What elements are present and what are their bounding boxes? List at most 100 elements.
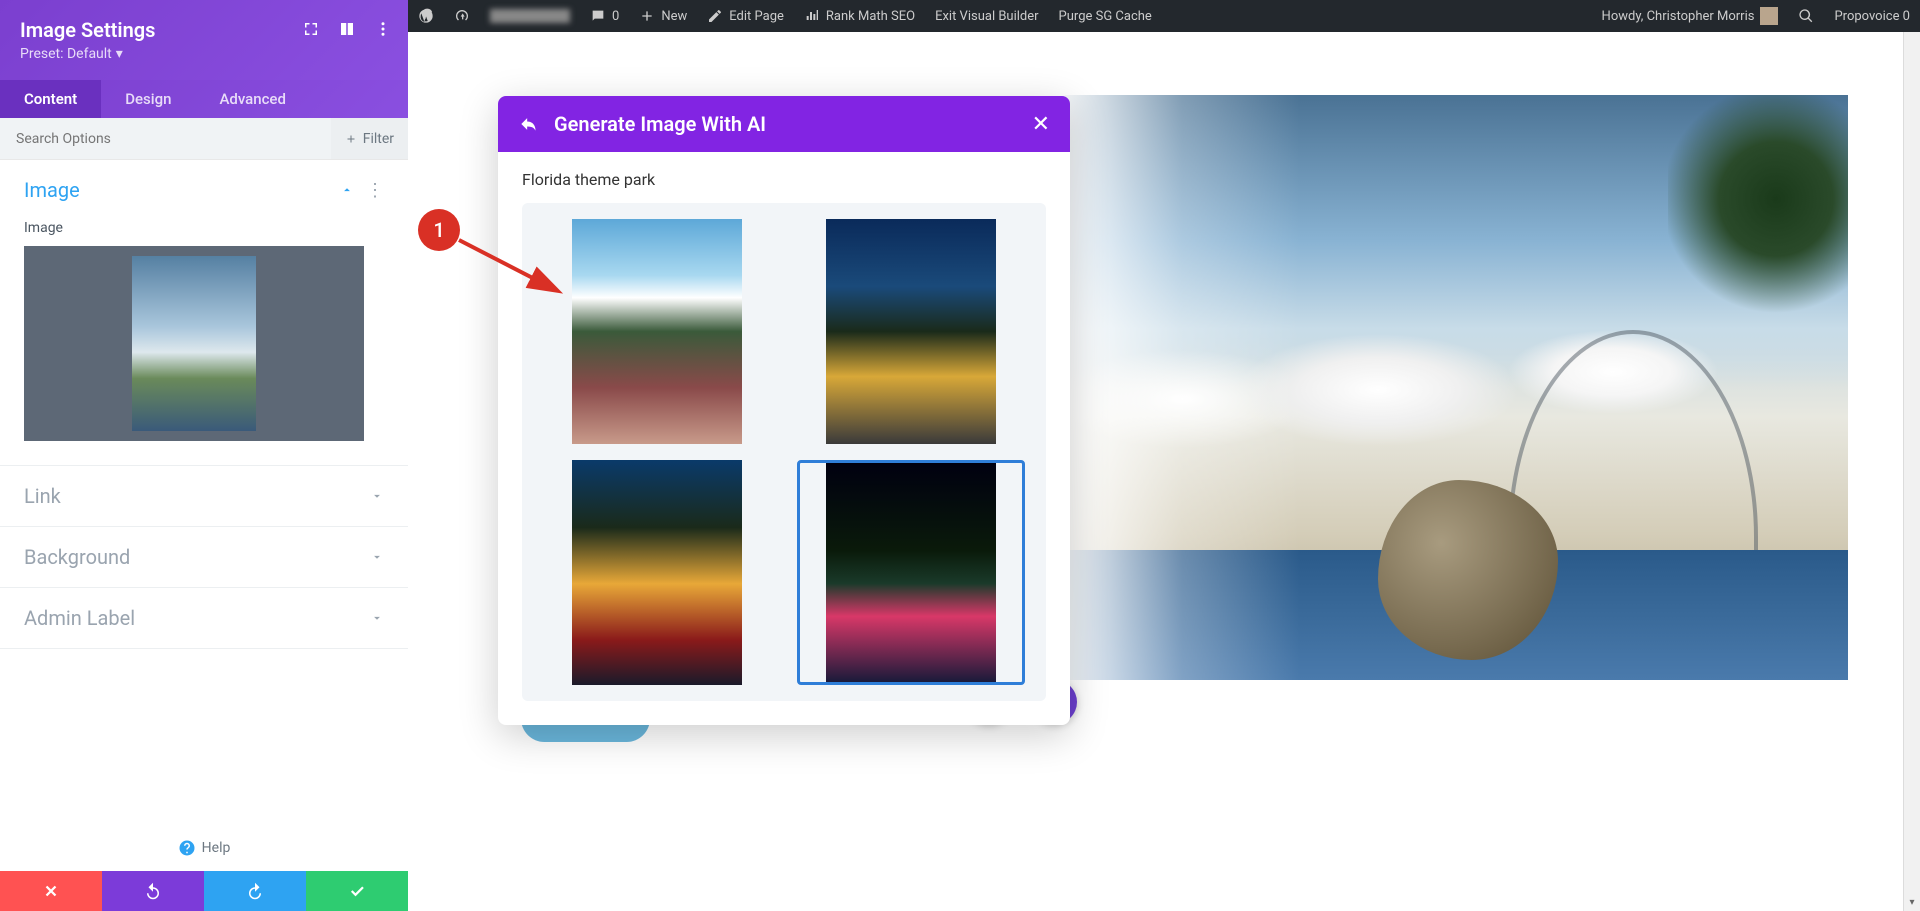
- modal-header: Generate Image With AI ✕: [498, 96, 1070, 152]
- search-icon: [1798, 8, 1814, 24]
- rank-math-label: Rank Math SEO: [826, 9, 915, 24]
- wp-admin-bar-left: 0 New Edit Page Rank Math SEO Exit Visua…: [408, 0, 1162, 32]
- section-background: Background: [0, 527, 408, 588]
- ai-result-image: [572, 219, 742, 444]
- wp-search[interactable]: [1788, 0, 1824, 32]
- search-input[interactable]: [0, 131, 331, 147]
- exit-vb-label: Exit Visual Builder: [935, 9, 1038, 24]
- wp-comments[interactable]: 0: [580, 0, 629, 32]
- section-background-title: Background: [24, 545, 370, 569]
- browser-scrollbar[interactable]: ▴ ▾: [1903, 0, 1920, 911]
- ai-results-grid: [522, 203, 1046, 701]
- wp-exit-vb[interactable]: Exit Visual Builder: [925, 0, 1048, 32]
- kebab-menu-icon[interactable]: [374, 20, 392, 38]
- sidebar-title: Image Settings: [20, 18, 155, 42]
- section-image-header[interactable]: Image ⋮: [0, 160, 408, 220]
- wp-purge-cache[interactable]: Purge SG Cache: [1049, 0, 1162, 32]
- section-admin-label: Admin Label: [0, 588, 408, 649]
- section-image: Image ⋮ Image: [0, 160, 408, 466]
- ai-result-image: [826, 463, 996, 682]
- section-link-title: Link: [24, 484, 370, 508]
- back-arrow-icon[interactable]: [518, 114, 538, 134]
- blurred-site-name: [490, 9, 570, 23]
- comment-count: 0: [612, 9, 619, 24]
- wp-admin-bar: 0 New Edit Page Rank Math SEO Exit Visua…: [408, 0, 1920, 32]
- modal-body: Florida theme park: [498, 152, 1070, 725]
- pencil-icon: [707, 8, 723, 24]
- settings-sidebar: Image Settings Preset: Default▾ Content …: [0, 0, 408, 911]
- section-kebab-icon[interactable]: ⋮: [366, 180, 384, 201]
- action-bar: [0, 871, 408, 911]
- section-admin-label-header[interactable]: Admin Label: [0, 588, 408, 648]
- section-link: Link: [0, 466, 408, 527]
- redo-icon: [246, 882, 264, 900]
- purge-label: Purge SG Cache: [1059, 9, 1152, 24]
- columns-icon[interactable]: [338, 20, 356, 38]
- chevron-down-icon: [370, 550, 384, 564]
- section-admin-label-title: Admin Label: [24, 606, 370, 630]
- search-row: Filter: [0, 118, 408, 160]
- ai-prompt-text: Florida theme park: [522, 170, 1046, 189]
- redo-button[interactable]: [204, 871, 306, 911]
- ai-result-4-selected[interactable]: [797, 460, 1025, 685]
- cancel-button[interactable]: [0, 871, 102, 911]
- wp-admin-bar-right: Howdy, Christopher Morris Propovoice 0: [1592, 0, 1920, 32]
- section-link-header[interactable]: Link: [0, 466, 408, 526]
- modal-title: Generate Image With AI: [554, 112, 1016, 136]
- preset-selector[interactable]: Preset: Default▾: [20, 46, 155, 62]
- filter-label: Filter: [363, 131, 394, 147]
- wp-logo[interactable]: [408, 0, 444, 32]
- propovoice-label: Propovoice 0: [1834, 9, 1910, 24]
- plus-icon: [639, 8, 655, 24]
- comment-icon: [590, 8, 606, 24]
- ai-result-3[interactable]: [543, 460, 771, 685]
- close-icon: [42, 882, 60, 900]
- wp-new[interactable]: New: [629, 0, 697, 32]
- section-background-header[interactable]: Background: [0, 527, 408, 587]
- check-icon: [348, 882, 366, 900]
- tab-content[interactable]: Content: [0, 80, 101, 118]
- wp-propovoice[interactable]: Propovoice 0: [1824, 0, 1920, 32]
- help-row[interactable]: Help: [0, 825, 408, 871]
- wp-edit-page[interactable]: Edit Page: [697, 0, 794, 32]
- scroll-down-icon[interactable]: ▾: [1904, 894, 1920, 911]
- page-canvas: Book Now ••• Generate Image With AI ✕ Fl…: [408, 32, 1920, 911]
- hero-image[interactable]: [1065, 95, 1848, 680]
- caret-down-icon: ▾: [116, 46, 123, 62]
- wordpress-icon: [418, 8, 434, 24]
- expand-icon[interactable]: [302, 20, 320, 38]
- sidebar-header-actions: [302, 20, 392, 38]
- tab-advanced[interactable]: Advanced: [195, 80, 309, 118]
- ai-result-1[interactable]: [543, 219, 771, 444]
- chevron-down-icon: [370, 489, 384, 503]
- help-label: Help: [202, 840, 231, 856]
- edit-page-label: Edit Page: [729, 9, 784, 24]
- wp-dashboard[interactable]: [444, 0, 480, 32]
- tab-design[interactable]: Design: [101, 80, 195, 118]
- image-thumbnail[interactable]: [24, 246, 364, 441]
- panel-body: Image ⋮ Image Link Background Admin La: [0, 160, 408, 825]
- sidebar-header: Image Settings Preset: Default▾: [0, 0, 408, 80]
- filter-button[interactable]: Filter: [331, 118, 408, 159]
- wp-howdy[interactable]: Howdy, Christopher Morris: [1592, 0, 1789, 32]
- sidebar-tabs: Content Design Advanced: [0, 80, 408, 118]
- section-image-title: Image: [24, 178, 340, 202]
- section-image-content: Image: [0, 220, 408, 465]
- preset-label: Preset: Default: [20, 46, 112, 62]
- undo-button[interactable]: [102, 871, 204, 911]
- avatar: [1760, 7, 1778, 25]
- gauge-icon: [454, 8, 470, 24]
- bar-chart-icon: [804, 8, 820, 24]
- wp-rank-math[interactable]: Rank Math SEO: [794, 0, 925, 32]
- annotation-marker-1: 1: [418, 209, 460, 251]
- ai-result-image: [826, 219, 996, 444]
- image-field-label: Image: [24, 220, 384, 236]
- chevron-up-icon: [340, 183, 354, 197]
- modal-close-button[interactable]: ✕: [1032, 112, 1050, 137]
- help-icon: [178, 839, 196, 857]
- wp-site-name[interactable]: [480, 0, 580, 32]
- howdy-label: Howdy, Christopher Morris: [1602, 9, 1755, 24]
- wp-new-label: New: [661, 9, 687, 24]
- save-button[interactable]: [306, 871, 408, 911]
- ai-result-2[interactable]: [797, 219, 1025, 444]
